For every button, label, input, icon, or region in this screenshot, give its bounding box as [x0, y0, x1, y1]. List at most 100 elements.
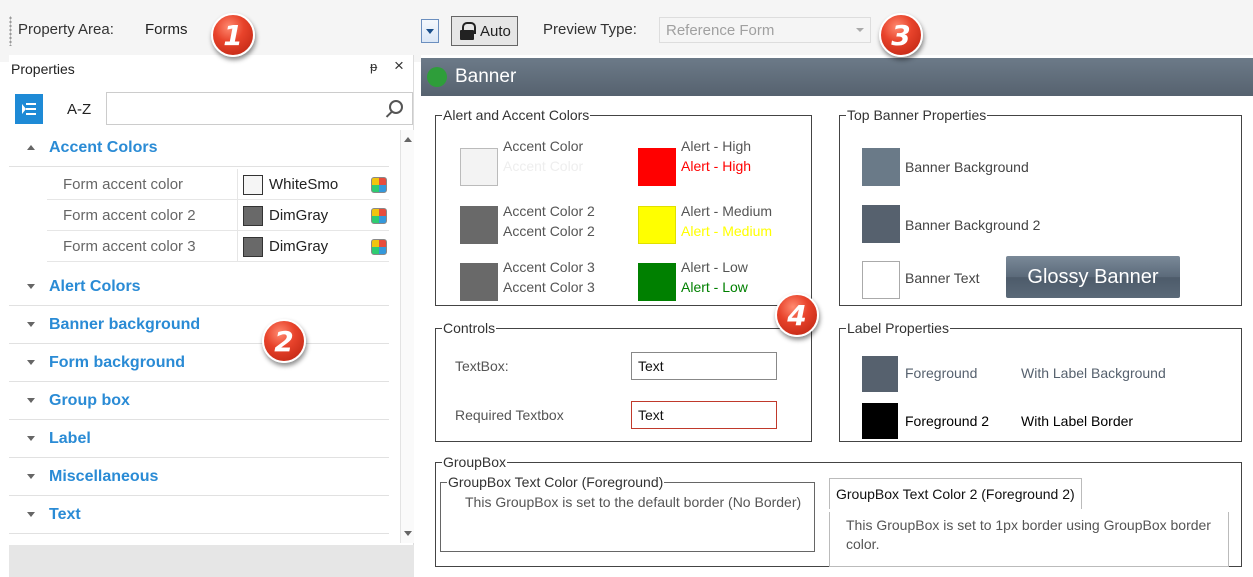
top-banner-groupbox: Top Banner Properties Banner Background … — [839, 107, 1242, 306]
category-miscellaneous[interactable]: Miscellaneous — [9, 459, 389, 496]
search-icon[interactable] — [389, 100, 403, 114]
category-label: Text — [49, 506, 81, 523]
groupbox-legend: Label Properties — [847, 320, 949, 336]
status-dot-icon — [427, 67, 447, 87]
label-properties-groupbox: Label Properties Foreground With Label B… — [839, 320, 1242, 442]
property-area-dropdown-button[interactable] — [421, 19, 439, 43]
foreground-2-label: Foreground 2 — [905, 413, 990, 429]
auto-lock-button[interactable]: Auto — [451, 16, 518, 46]
color-picker-icon[interactable] — [371, 238, 387, 255]
property-value[interactable]: DimGray — [237, 231, 389, 262]
property-row[interactable]: Form accent color WhiteSmo — [47, 169, 389, 200]
groupbox-legend: Alert and Accent Colors — [443, 107, 590, 123]
preview-type-value: Reference Form — [666, 21, 775, 39]
property-area-label: Property Area: — [18, 21, 114, 38]
accent-color-2-label: Accent Color 2 — [503, 203, 595, 219]
alert-accent-groupbox: Alert and Accent Colors Accent Color Acc… — [435, 107, 812, 306]
category-accent-colors[interactable]: Accent Colors — [9, 130, 389, 167]
category-label-text: Label — [49, 430, 91, 447]
panel-title-bar: Properties ᵽ × — [9, 55, 414, 83]
category-group-box[interactable]: Group box — [9, 383, 389, 420]
property-area-combo[interactable]: Forms — [145, 21, 188, 38]
expand-arrow-icon[interactable] — [27, 284, 35, 289]
property-value-text: WhiteSmo — [269, 176, 339, 193]
auto-label: Auto — [480, 22, 511, 40]
alert-high-label: Alert - High — [681, 138, 752, 154]
expand-arrow-icon[interactable] — [27, 474, 35, 479]
groupbox-tab-label: GroupBox Text Color 2 (Foreground 2) — [829, 478, 1082, 509]
scroll-up-icon[interactable] — [404, 137, 412, 142]
category-text[interactable]: Text — [9, 497, 389, 534]
required-textbox-field[interactable]: Text — [631, 401, 777, 429]
alert-medium-sample: Alert - Medium — [681, 223, 773, 239]
property-description-area — [9, 545, 414, 577]
alert-medium-swatch — [638, 206, 676, 244]
category-label[interactable]: Label — [9, 421, 389, 458]
expand-arrow-icon[interactable] — [27, 436, 35, 441]
accent-color-3-sample: Accent Color 3 — [503, 279, 595, 295]
scroll-down-icon[interactable] — [404, 531, 412, 536]
preview-area: Banner Alert and Accent Colors Accent Co… — [421, 55, 1253, 577]
required-textbox-label: Required Textbox — [455, 407, 564, 423]
property-grid-scrollbar[interactable] — [400, 130, 414, 543]
with-label-border-text: With Label Border — [1021, 413, 1134, 429]
accent-color-3-swatch — [460, 263, 498, 301]
property-value-text: DimGray — [269, 238, 329, 255]
expand-arrow-icon[interactable] — [27, 360, 35, 365]
categorized-icon — [22, 103, 36, 115]
groupbox-legend: GroupBox — [443, 454, 507, 470]
color-picker-icon[interactable] — [371, 207, 387, 224]
property-value[interactable]: DimGray — [237, 200, 389, 231]
expand-arrow-icon[interactable] — [27, 398, 35, 403]
banner-text-swatch — [862, 261, 900, 299]
toolbar-grip[interactable] — [9, 16, 12, 46]
inner-groupbox-default: GroupBox Text Color (Foreground) This Gr… — [440, 474, 815, 552]
alert-low-sample: Alert - Low — [681, 279, 748, 295]
alert-low-label: Alert - Low — [681, 259, 748, 275]
lock-icon — [460, 22, 476, 40]
inner-groupbox-text: This GroupBox is set to the default bord… — [465, 494, 802, 510]
category-label: Group box — [49, 392, 130, 409]
property-search-input[interactable] — [106, 92, 413, 125]
category-alert-colors[interactable]: Alert Colors — [9, 269, 389, 306]
callout-2: 2 — [262, 319, 306, 363]
callout-4: 4 — [775, 293, 819, 337]
foreground-2-swatch — [862, 403, 898, 439]
property-value[interactable]: WhiteSmo — [237, 169, 389, 200]
color-picker-icon[interactable] — [371, 176, 387, 193]
foreground-swatch — [862, 356, 898, 392]
tab-groupbox-body: This GroupBox is set to 1px border using… — [829, 512, 1229, 567]
glossy-banner-sample: Glossy Banner — [1006, 256, 1180, 298]
category-form-background[interactable]: Form background — [9, 345, 389, 382]
tab-groupbox-text: This GroupBox is set to 1px border using… — [846, 517, 1211, 552]
collapse-arrow-icon[interactable] — [27, 145, 35, 150]
pin-icon[interactable]: ᵽ — [370, 59, 377, 74]
alert-high-swatch — [638, 148, 676, 186]
alert-medium-label: Alert - Medium — [681, 203, 773, 219]
textbox-label: TextBox: — [455, 358, 509, 374]
category-banner-background[interactable]: Banner background — [9, 307, 389, 344]
property-row[interactable]: Form accent color 3 DimGray — [47, 231, 389, 262]
controls-groupbox: Controls TextBox: Text Required Textbox … — [435, 320, 812, 442]
banner-text-label: Banner Text — [905, 270, 980, 286]
preview-type-label: Preview Type: — [543, 21, 637, 38]
sort-az-button[interactable]: A-Z — [67, 101, 91, 118]
accent-color-2-swatch — [460, 206, 498, 244]
expand-arrow-icon[interactable] — [27, 512, 35, 517]
color-swatch — [243, 174, 263, 195]
panel-title: Properties — [11, 61, 75, 77]
close-icon[interactable]: × — [394, 56, 404, 76]
category-label: Alert Colors — [49, 278, 141, 295]
property-name: Form accent color 3 — [63, 238, 196, 255]
property-row[interactable]: Form accent color 2 DimGray — [47, 200, 389, 231]
category-label: Miscellaneous — [49, 468, 159, 485]
preview-type-combo[interactable]: Reference Form — [659, 17, 871, 43]
expand-arrow-icon[interactable] — [27, 322, 35, 327]
banner-background-2-label: Banner Background 2 — [905, 217, 1041, 233]
accent-color-3-label: Accent Color 3 — [503, 259, 595, 275]
banner-background-label: Banner Background — [905, 159, 1029, 175]
foreground-label: Foreground — [905, 365, 978, 381]
top-toolbar: Property Area: Forms Auto Preview Type: … — [0, 0, 1253, 62]
textbox-field[interactable]: Text — [631, 352, 777, 380]
categorized-view-button[interactable] — [15, 94, 43, 124]
